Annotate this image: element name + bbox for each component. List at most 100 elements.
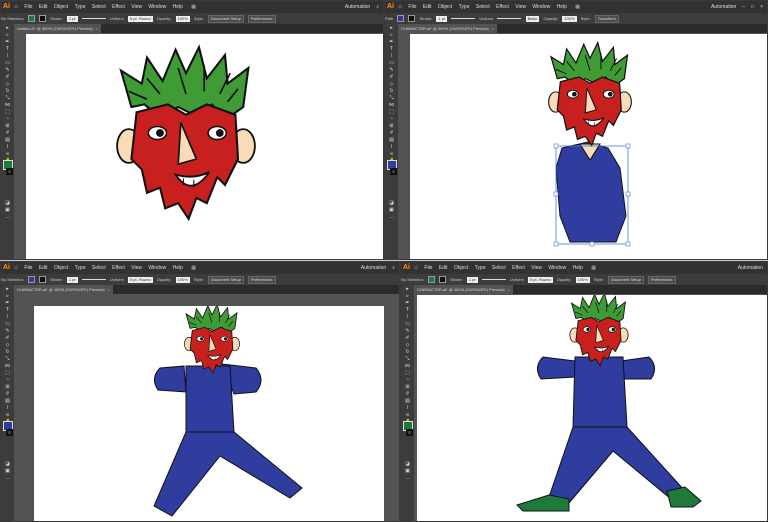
stroke-swatch[interactable] bbox=[38, 276, 46, 284]
rectangle-tool-icon[interactable]: ▭ bbox=[5, 61, 10, 66]
drawing-modes-icon[interactable]: ◪ bbox=[5, 201, 10, 206]
close-window-icon[interactable]: × bbox=[760, 4, 763, 10]
shape-builder-tool-icon[interactable]: ◔ bbox=[405, 378, 410, 383]
mesh-tool-icon[interactable]: # bbox=[5, 392, 10, 397]
variable-width-profile[interactable] bbox=[481, 279, 506, 281]
menu-edit[interactable]: Edit bbox=[39, 265, 48, 271]
shaper-tool-icon[interactable]: ✐ bbox=[389, 75, 394, 80]
eyedropper-tool-icon[interactable]: ⌇ bbox=[405, 406, 410, 411]
selection-handle[interactable] bbox=[625, 191, 631, 197]
screen-mode-icon[interactable]: ▣ bbox=[5, 469, 10, 474]
blend-tool-icon[interactable]: ∞ bbox=[389, 152, 394, 157]
menu-window[interactable]: Window bbox=[148, 265, 166, 271]
eraser-tool-icon[interactable]: ◇ bbox=[405, 343, 410, 348]
home-icon[interactable]: ⌂ bbox=[14, 265, 18, 271]
close-icon[interactable]: × bbox=[508, 287, 510, 292]
menu-object[interactable]: Object bbox=[54, 4, 68, 10]
document-tab[interactable]: CHARACTER.ai* @ 150% (CMYK/GPU Preview) × bbox=[14, 285, 113, 294]
screen-mode-icon[interactable]: ▣ bbox=[5, 208, 10, 213]
more-tools-icon[interactable]: … bbox=[5, 215, 10, 220]
close-icon[interactable]: × bbox=[108, 287, 110, 292]
gradient-tool-icon[interactable]: ▤ bbox=[405, 399, 410, 404]
stroke-weight-field[interactable]: 1 pt bbox=[466, 276, 478, 283]
minimize-icon[interactable]: – bbox=[742, 4, 745, 10]
blend-tool-icon[interactable]: ∞ bbox=[405, 413, 410, 418]
selection-handle[interactable] bbox=[625, 241, 631, 247]
drawing-modes-icon[interactable]: ◪ bbox=[405, 462, 410, 467]
eyedropper-tool-icon[interactable]: ⌇ bbox=[389, 145, 394, 150]
document-tab[interactable]: CHARACTER.ai* @ 200% (CMYK/GPU Preview) × bbox=[398, 24, 497, 33]
fill-swatch[interactable] bbox=[27, 276, 35, 284]
selection-tool-icon[interactable]: ▸ bbox=[5, 26, 10, 31]
drawing-modes-icon[interactable]: ◪ bbox=[389, 201, 394, 206]
free-transform-tool-icon[interactable]: ⬚ bbox=[5, 110, 10, 115]
stroke-weight-field[interactable]: 1 pt bbox=[66, 15, 78, 22]
pen-tool-icon[interactable]: ✒ bbox=[5, 40, 10, 45]
rotate-tool-icon[interactable]: ↻ bbox=[405, 350, 410, 355]
document-setup-button[interactable]: Document Setup bbox=[608, 275, 644, 284]
opacity-field[interactable]: 100% bbox=[562, 15, 577, 22]
menu-object[interactable]: Object bbox=[454, 265, 468, 271]
rectangle-tool-icon[interactable]: ▭ bbox=[389, 61, 394, 66]
blend-tool-icon[interactable]: ∞ bbox=[5, 152, 10, 157]
mesh-tool-icon[interactable]: # bbox=[405, 392, 410, 397]
document-tab[interactable]: CHARACTER.ai* @ 150% (CMYK/GPU Preview) × bbox=[414, 285, 513, 294]
eraser-tool-icon[interactable]: ◇ bbox=[389, 82, 394, 87]
screen-mode-icon[interactable]: ▣ bbox=[405, 469, 410, 474]
scale-tool-icon[interactable]: ⤡ bbox=[5, 96, 10, 101]
brush-tool-icon[interactable]: ✎ bbox=[5, 329, 10, 334]
close-icon[interactable]: × bbox=[492, 26, 494, 31]
brush-definition[interactable]: 5 pt. Round bbox=[527, 276, 553, 283]
width-tool-icon[interactable]: ⋈ bbox=[5, 364, 10, 369]
brush-tool-icon[interactable]: ✎ bbox=[389, 68, 394, 73]
home-icon[interactable]: ⌂ bbox=[398, 4, 402, 10]
mesh-tool-icon[interactable]: # bbox=[389, 131, 394, 136]
perspective-grid-tool-icon[interactable]: ⊞ bbox=[5, 124, 10, 129]
stroke-color-icon[interactable] bbox=[6, 168, 13, 175]
direct-selection-tool-icon[interactable]: ▹ bbox=[389, 33, 394, 38]
direct-selection-tool-icon[interactable]: ▹ bbox=[5, 294, 10, 299]
stroke-swatch[interactable] bbox=[38, 15, 46, 23]
selection-tool-icon[interactable]: ▸ bbox=[389, 26, 394, 31]
width-tool-icon[interactable]: ⋈ bbox=[389, 103, 394, 108]
brush-tool-icon[interactable]: ✎ bbox=[5, 68, 10, 73]
preferences-button[interactable]: Preferences bbox=[647, 275, 676, 284]
menu-effect[interactable]: Effect bbox=[112, 265, 125, 271]
workspace-switcher-icon[interactable]: ▦ bbox=[575, 4, 580, 10]
transform-button[interactable]: Transform bbox=[594, 14, 619, 23]
direct-selection-tool-icon[interactable]: ▹ bbox=[5, 33, 10, 38]
menu-object[interactable]: Object bbox=[54, 265, 68, 271]
scale-tool-icon[interactable]: ⤡ bbox=[389, 96, 394, 101]
rotate-tool-icon[interactable]: ↻ bbox=[5, 350, 10, 355]
eraser-tool-icon[interactable]: ◇ bbox=[5, 82, 10, 87]
gradient-tool-icon[interactable]: ▤ bbox=[5, 138, 10, 143]
rectangle-tool-icon[interactable]: ▭ bbox=[405, 322, 410, 327]
menu-edit[interactable]: Edit bbox=[423, 4, 432, 10]
eyedropper-tool-icon[interactable]: ⌇ bbox=[5, 406, 10, 411]
document-setup-button[interactable]: Document Setup bbox=[208, 275, 244, 284]
selection-tool-icon[interactable]: ▸ bbox=[405, 287, 410, 292]
search-icon[interactable]: ⌕ bbox=[376, 4, 379, 10]
brush-definition-line[interactable] bbox=[497, 18, 522, 20]
preferences-button[interactable]: Preferences bbox=[247, 14, 276, 23]
selection-handle[interactable] bbox=[553, 191, 559, 197]
perspective-grid-tool-icon[interactable]: ⊞ bbox=[405, 385, 410, 390]
brush-definition[interactable]: 5 pt. Round bbox=[127, 15, 153, 22]
selection-handle[interactable] bbox=[553, 241, 559, 247]
document-tab[interactable]: Untitled-2* @ 300% (CMYK/GPU Preview) × bbox=[14, 24, 101, 33]
scale-tool-icon[interactable]: ⤡ bbox=[5, 357, 10, 362]
brush-definition[interactable]: 5 pt. Round bbox=[127, 276, 153, 283]
line-tool-icon[interactable]: / bbox=[5, 54, 10, 59]
gradient-tool-icon[interactable]: ▤ bbox=[5, 399, 10, 404]
preferences-button[interactable]: Preferences bbox=[247, 275, 276, 284]
menu-type[interactable]: Type bbox=[75, 4, 86, 10]
menu-view[interactable]: View bbox=[131, 4, 142, 10]
artboard[interactable] bbox=[34, 306, 384, 521]
home-icon[interactable]: ⌂ bbox=[414, 265, 418, 271]
eyedropper-tool-icon[interactable]: ⌇ bbox=[5, 145, 10, 150]
rotate-tool-icon[interactable]: ↻ bbox=[5, 89, 10, 94]
perspective-grid-tool-icon[interactable]: ⊞ bbox=[389, 124, 394, 129]
line-tool-icon[interactable]: / bbox=[405, 315, 410, 320]
type-tool-icon[interactable]: T bbox=[5, 47, 10, 52]
line-tool-icon[interactable]: / bbox=[5, 315, 10, 320]
